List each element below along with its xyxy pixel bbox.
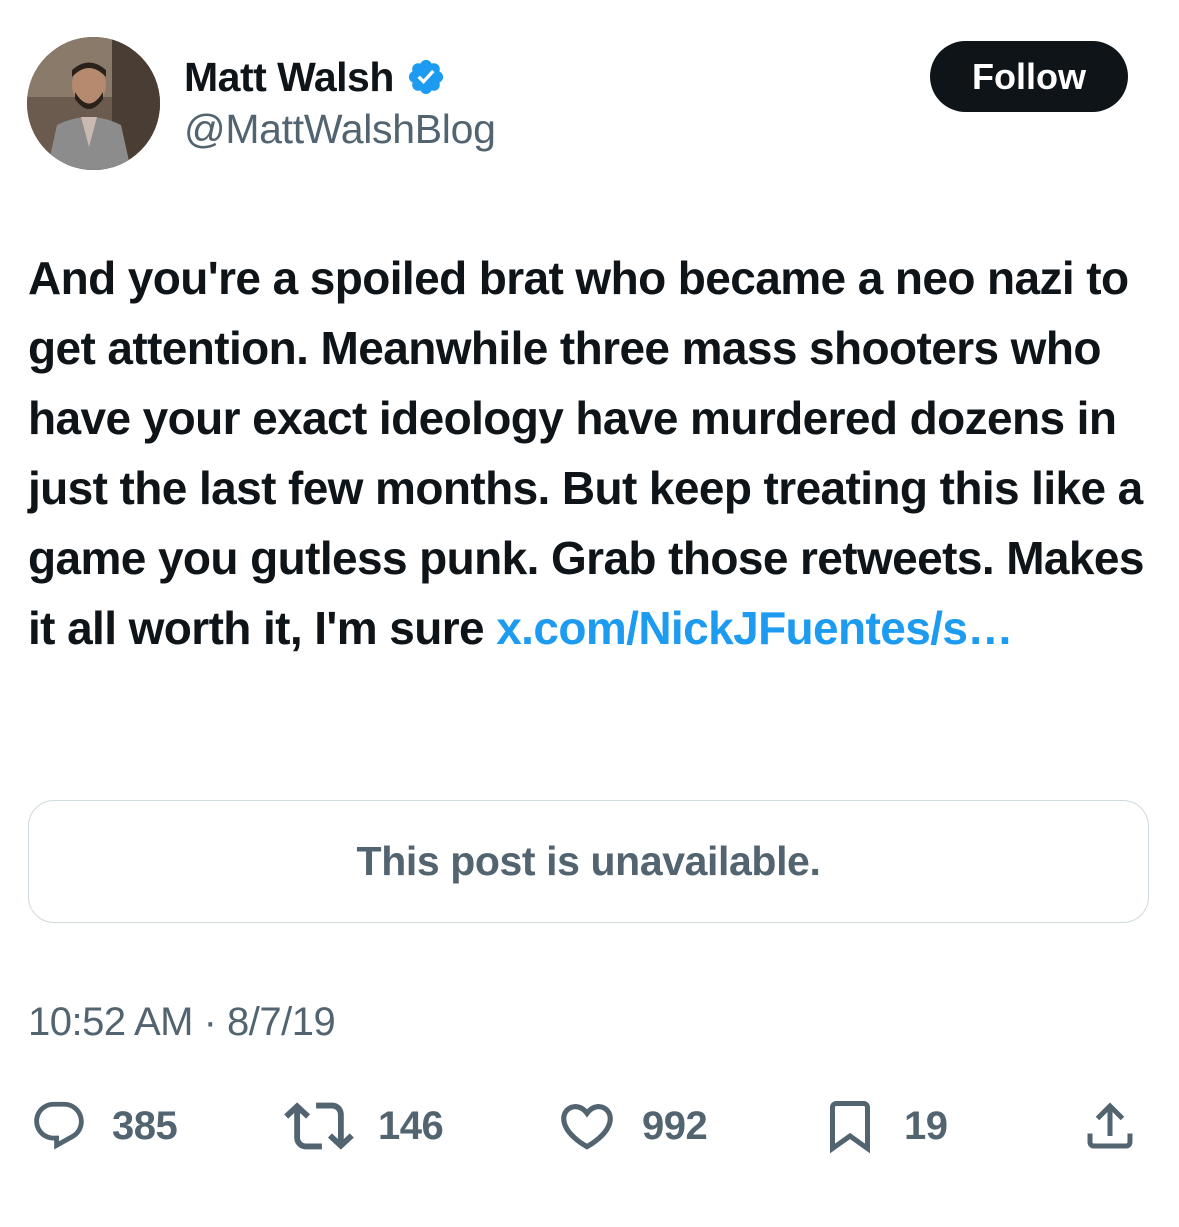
like-button[interactable]: 992 — [556, 1096, 708, 1156]
reply-icon — [34, 1101, 84, 1150]
share-button[interactable] — [1080, 1096, 1140, 1156]
reply-count: 385 — [112, 1103, 178, 1148]
bookmark-count: 19 — [904, 1103, 948, 1148]
verified-badge-icon — [408, 59, 443, 95]
bookmark-button[interactable]: 19 — [820, 1096, 948, 1156]
tweet-text: And you're a spoiled brat who became a n… — [28, 243, 1158, 663]
tweet-link[interactable]: x.com/NickJFuentes/s… — [496, 602, 1013, 654]
tweet-body: And you're a spoiled brat who became a n… — [28, 252, 1144, 654]
share-icon — [1087, 1102, 1133, 1149]
avatar-image — [27, 37, 160, 170]
avatar[interactable] — [27, 37, 160, 170]
display-name[interactable]: Matt Walsh — [184, 54, 394, 101]
post-timestamp[interactable]: 10:52 AM · 8/7/19 — [28, 1000, 336, 1045]
repost-icon — [284, 1102, 354, 1150]
author-handle[interactable]: @MattWalshBlog — [184, 106, 496, 153]
reply-button[interactable]: 385 — [30, 1096, 178, 1156]
quoted-post-card[interactable]: This post is unavailable. — [28, 800, 1149, 923]
follow-button[interactable]: Follow — [930, 41, 1128, 112]
author-name-row: Matt Walsh — [184, 50, 446, 104]
heart-icon — [561, 1104, 613, 1150]
quoted-post-message: This post is unavailable. — [356, 838, 821, 884]
like-count: 992 — [642, 1103, 708, 1148]
bookmark-icon — [830, 1101, 870, 1154]
repost-button[interactable]: 146 — [284, 1096, 444, 1156]
repost-count: 146 — [378, 1103, 444, 1148]
